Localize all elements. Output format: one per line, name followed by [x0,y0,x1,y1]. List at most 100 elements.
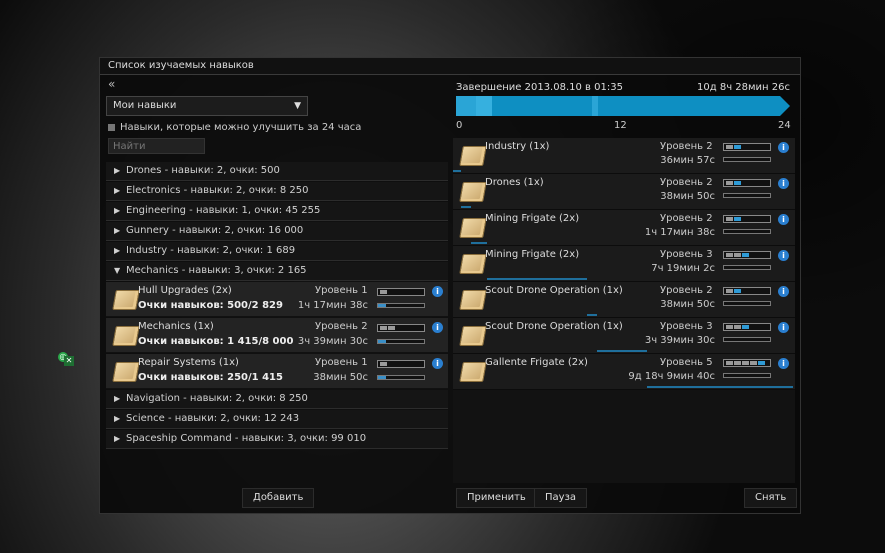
info-icon[interactable]: i [778,322,789,333]
skill-group-drones[interactable]: ▶ Drones - навыки: 2, очки: 500 [106,162,448,181]
level-segment [742,361,749,365]
timeline-tick: 0 [456,120,463,131]
checkbox-box[interactable] [108,123,115,131]
level-segment [404,326,411,330]
level-segment [758,253,765,257]
skill-group-gunnery[interactable]: ▶ Gunnery - навыки: 2, очки: 16 000 [106,222,448,241]
skill-time: 3ч 39мин 30с [297,336,368,347]
skillbook-icon [112,326,140,346]
queue-item[interactable]: Scout Drone Operation (1x) Уровень 3 3ч … [453,318,795,354]
info-icon[interactable]: i [432,322,443,333]
shield-icon[interactable]: ✕ [64,356,74,366]
queue-time: 38мин 50с [660,191,715,202]
pause-button[interactable]: Пауза [534,488,588,508]
skill-group-electronics[interactable]: ▶ Electronics - навыки: 2, очки: 8 250 [106,182,448,201]
expand-arrow-icon: ▶ [114,246,121,255]
queue-item[interactable]: Scout Drone Operation (1x) Уровень 2 38м… [453,282,795,318]
info-icon[interactable]: i [432,358,443,369]
queue-level: Уровень 2 [660,177,713,188]
skill-group-industry[interactable]: ▶ Industry - навыки: 2, очки: 1 689 [106,242,448,261]
timeline-segment [592,96,598,116]
queue-time: 3ч 39мин 30с [644,335,715,346]
level-segment [734,181,741,185]
skill-row-mechanics[interactable]: Mechanics (1x) Очки навыков: 1 415/8 000… [106,318,448,353]
skill-group-science[interactable]: ▶ Science - навыки: 2, очки: 12 243 [106,410,448,429]
level-segment [412,290,419,294]
queue-progress-line [647,386,793,388]
level-segment [726,289,733,293]
level-segment [758,325,765,329]
level-segment [412,326,419,330]
info-icon[interactable]: i [778,250,789,261]
progress-fill [378,304,387,307]
level-segment [758,145,765,149]
timeline-segment [456,96,476,116]
queue-level: Уровень 3 [660,249,713,260]
skill-row-repair-systems[interactable]: Repair Systems (1x) Очки навыков: 250/1 … [106,354,448,389]
group-label: Science - навыки: 2, очки: 12 243 [126,413,300,424]
level-bar [377,324,425,332]
info-icon[interactable]: i [778,286,789,297]
upgradeable-filter-checkbox[interactable]: Навыки, которые можно улучшить за 24 час… [108,121,361,135]
add-button[interactable]: Добавить [242,488,315,508]
level-segment [758,181,765,185]
info-icon[interactable]: i [778,178,789,189]
level-segment [742,253,749,257]
level-segment [750,145,757,149]
level-segment [734,145,741,149]
skillbook-icon [459,182,487,202]
skill-name: Repair Systems (1x) [138,357,239,368]
skill-row-hull-upgrades[interactable]: Hull Upgrades (2x) Очки навыков: 500/2 8… [106,282,448,317]
level-segment [750,217,757,221]
window-title: Список изучаемых навыков [108,60,254,71]
level-segment [726,181,733,185]
skill-group-mechanics[interactable]: ▼ Mechanics - навыки: 3, очки: 2 165 [106,262,448,281]
queue-item[interactable]: Mining Frigate (2x) Уровень 3 7ч 19мин 2… [453,246,795,282]
level-segment [726,253,733,257]
progress-fill [378,376,387,379]
level-segment [734,217,741,221]
queue-item[interactable]: Industry (1x) Уровень 2 36мин 57с i [453,138,795,174]
skill-level: Уровень 2 [315,321,368,332]
progress-bar [377,303,425,308]
info-icon[interactable]: i [432,286,443,297]
info-icon[interactable]: i [778,142,789,153]
expand-arrow-icon: ▶ [114,414,121,423]
info-icon[interactable]: i [778,214,789,225]
level-bar [377,360,425,368]
expand-arrow-icon: ▶ [114,206,121,215]
skillbook-icon [459,326,487,346]
level-segment [750,325,757,329]
level-segment [726,361,733,365]
remove-button[interactable]: Снять [744,488,798,508]
expand-arrow-icon: ▶ [114,186,121,195]
queue-item[interactable]: Drones (1x) Уровень 2 38мин 50с i [453,174,795,210]
skill-group-spaceship-command[interactable]: ▶ Spaceship Command - навыки: 3, очки: 99… [106,430,448,449]
expand-arrow-icon: ▶ [114,434,121,443]
timeline-tick: 24 [778,120,791,131]
collapse-arrow-icon: ▼ [114,266,121,275]
skills-filter-dropdown[interactable]: Мои навыки ▼ [106,96,308,116]
info-icon[interactable]: i [778,358,789,369]
apply-button[interactable]: Применить [456,488,537,508]
progress-bar [723,157,771,162]
level-bar [723,179,771,187]
queue-skill-name: Scout Drone Operation (1x) [485,321,623,332]
group-label: Spaceship Command - навыки: 3, очки: 99 … [126,433,367,444]
level-segment [726,145,733,149]
level-segment [750,361,757,365]
queue-progress-line [453,170,461,172]
collapse-chevron-icon[interactable]: « [108,77,115,91]
progress-bar [723,193,771,198]
queue-skill-name: Mining Frigate (2x) [485,249,580,260]
skillbook-icon [459,290,487,310]
queue-skill-name: Drones (1x) [485,177,544,188]
queue-item[interactable]: Mining Frigate (2x) Уровень 2 1ч 17мин 3… [453,210,795,246]
skill-group-navigation[interactable]: ▶ Navigation - навыки: 2, очки: 8 250 [106,390,448,409]
queue-item[interactable]: Gallente Frigate (2x) Уровень 5 9д 18ч 9… [453,354,795,390]
skillbook-icon [459,218,487,238]
skill-group-engineering[interactable]: ▶ Engineering - навыки: 1, очки: 45 255 [106,202,448,221]
window-titlebar[interactable]: Список изучаемых навыков [100,58,800,75]
level-segment [742,145,749,149]
search-input[interactable] [108,138,205,154]
